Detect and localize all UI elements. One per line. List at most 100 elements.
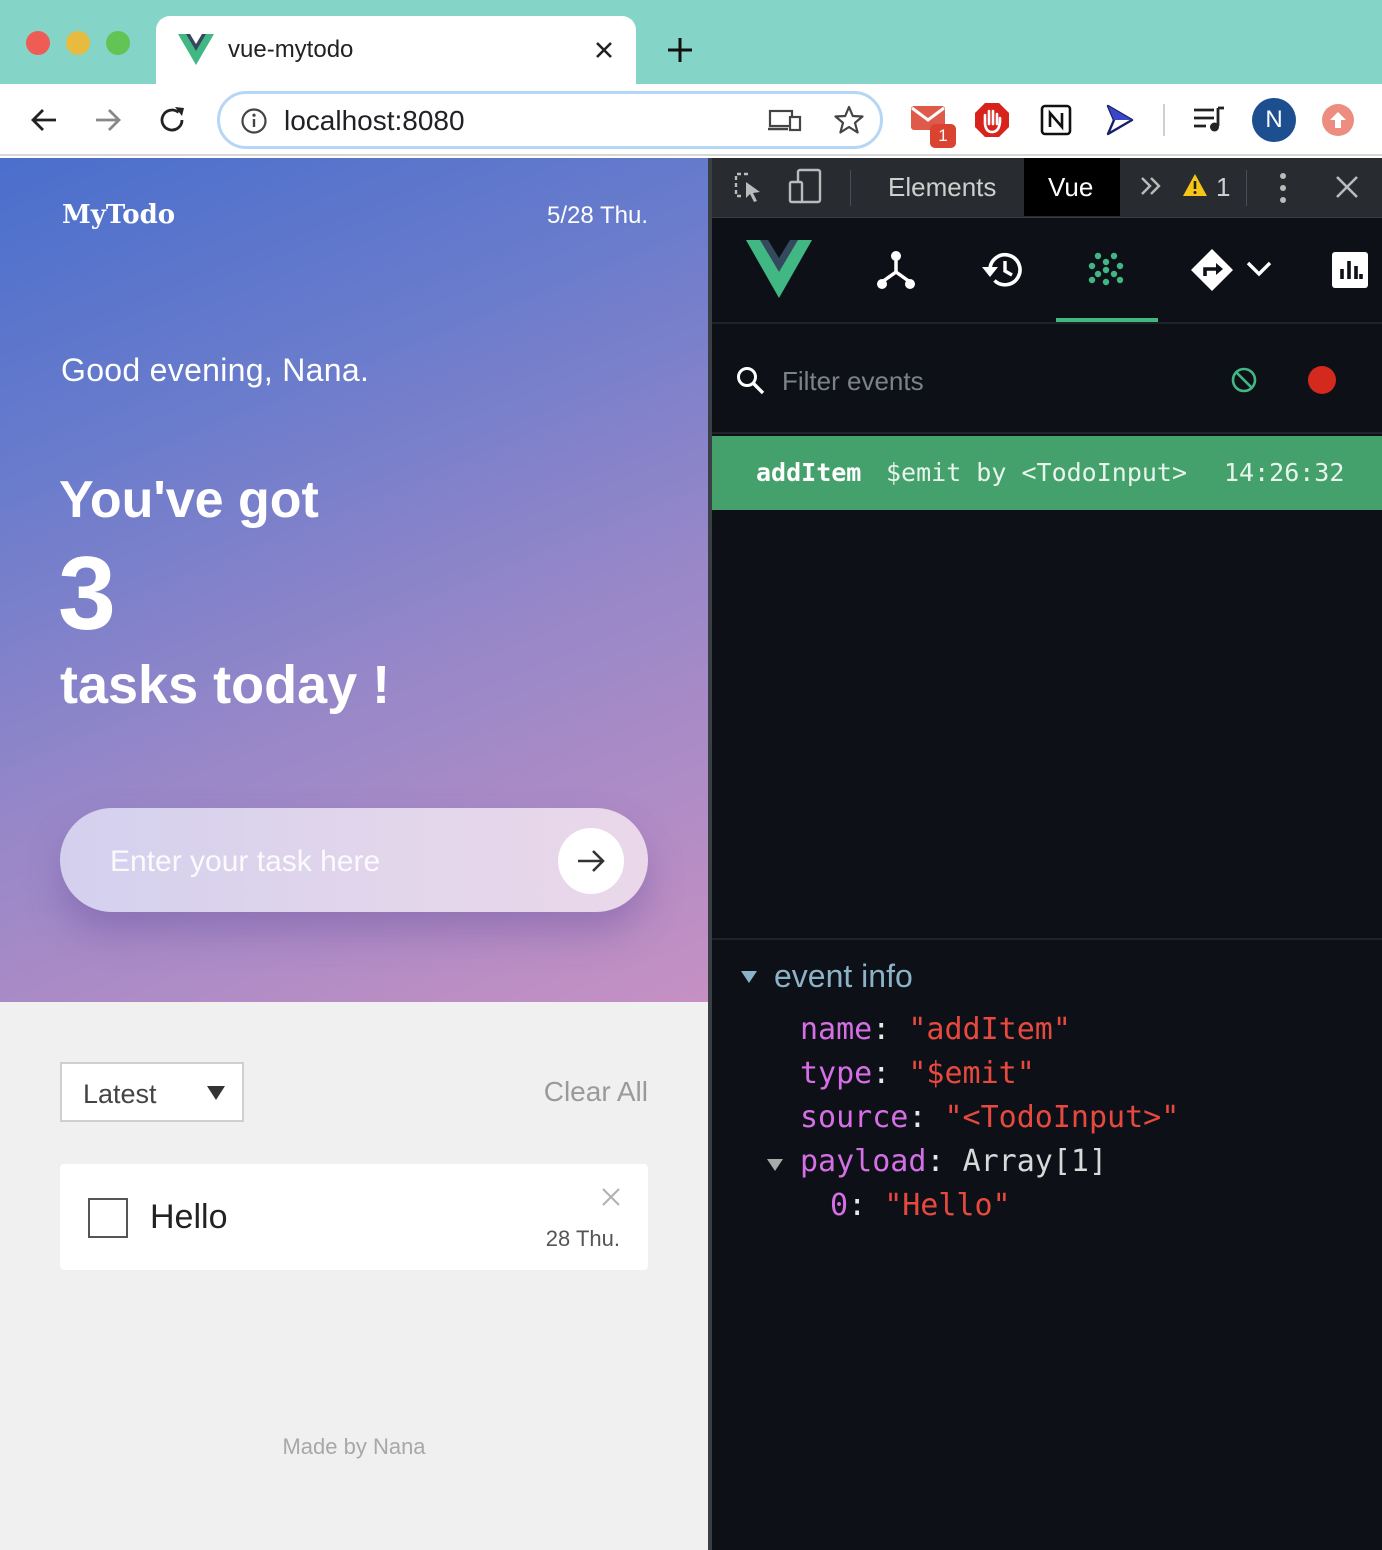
- components-icon[interactable]: [876, 250, 916, 290]
- todo-date: 28 Thu.: [545, 1226, 620, 1251]
- todo-checkbox[interactable]: [88, 1198, 128, 1238]
- browser-tab[interactable]: vue-mytodo: [156, 16, 636, 84]
- browser-tab-bar: vue-mytodo: [0, 0, 1382, 84]
- inspector-divider[interactable]: [712, 938, 1382, 940]
- tab-close-icon[interactable]: [590, 36, 618, 64]
- history-icon[interactable]: [980, 250, 1024, 290]
- adblock-extension-icon[interactable]: [974, 102, 1010, 138]
- vue-logo-icon: [178, 34, 214, 66]
- arrow-up-icon: [1330, 112, 1346, 128]
- vue-devtools-toolbar: [712, 218, 1382, 324]
- chevron-down-icon[interactable]: [1246, 260, 1272, 278]
- address-bar[interactable]: localhost:8080: [217, 91, 883, 149]
- devtools-tab-bar: Elements Vue 1: [712, 158, 1382, 218]
- field-key: name: [800, 1012, 873, 1047]
- task-input[interactable]: [110, 842, 550, 882]
- vue-logo-icon: [746, 240, 812, 300]
- performance-chart-icon[interactable]: [1332, 252, 1368, 288]
- tab-elements[interactable]: Elements: [888, 172, 996, 203]
- field-key: payload: [800, 1144, 927, 1179]
- reload-icon[interactable]: [156, 104, 188, 136]
- field-value: "Hello": [884, 1188, 1011, 1223]
- events-icon[interactable]: [1088, 252, 1124, 288]
- hero-header: MyTodo 5/28 Thu. Good evening, Nana. You…: [0, 158, 708, 1002]
- headline-top: You've got: [59, 471, 319, 529]
- search-icon: [736, 366, 766, 396]
- forward-icon[interactable]: [92, 104, 124, 136]
- device-toolbar-icon[interactable]: [788, 168, 824, 206]
- field-value: "$emit": [908, 1056, 1035, 1091]
- active-tool-indicator: [1056, 318, 1158, 322]
- browser-update-button[interactable]: [1322, 104, 1354, 136]
- window-minimize-button[interactable]: [66, 31, 90, 55]
- event-list-item[interactable]: addItem $emit by <TodoInput> 14:26:32: [712, 436, 1382, 510]
- tab-vue-label: Vue: [1048, 172, 1094, 202]
- close-devtools-icon[interactable]: [1334, 174, 1360, 200]
- back-icon[interactable]: [28, 104, 60, 136]
- sort-select[interactable]: Latest: [60, 1062, 244, 1122]
- sort-selected-label: Latest: [83, 1079, 157, 1109]
- gmail-unread-badge: 1: [930, 124, 956, 148]
- caret-down-icon[interactable]: [740, 970, 758, 984]
- field-value: Array[1]: [962, 1144, 1108, 1179]
- warning-count[interactable]: 1: [1216, 172, 1230, 203]
- media-queue-icon[interactable]: [1192, 104, 1226, 136]
- browser-toolbar: localhost:8080: [0, 84, 1382, 156]
- event-name: addItem: [756, 458, 862, 487]
- app-brand: MyTodo: [62, 200, 176, 230]
- record-events-button[interactable]: [1308, 366, 1336, 394]
- url-text: localhost:8080: [284, 105, 465, 136]
- app-footer: Made by Nana: [282, 1434, 426, 1459]
- event-description: $emit by <TodoInput>: [886, 458, 1188, 487]
- task-count: 3: [58, 536, 116, 652]
- cast-icon[interactable]: [768, 108, 802, 134]
- task-input-container: [60, 808, 648, 912]
- devtools-panel: Elements Vue 1 Filter events addItem $em…: [712, 158, 1382, 1550]
- arrow-right-icon: [578, 850, 605, 872]
- event-info-type-row: type: "$emit": [800, 1056, 1035, 1091]
- filter-events-input[interactable]: [782, 364, 1162, 398]
- site-info-icon[interactable]: [240, 107, 268, 135]
- profile-avatar[interactable]: N: [1252, 98, 1296, 142]
- window-zoom-button[interactable]: [106, 31, 130, 55]
- tab-separator: [1246, 170, 1247, 206]
- kebab-menu-icon[interactable]: [1278, 172, 1288, 204]
- cursor-extension-icon[interactable]: [1104, 104, 1136, 136]
- toolbar-separator: [1163, 104, 1165, 136]
- todo-text: Hello: [150, 1198, 228, 1236]
- todo-item: Hello 28 Thu.: [60, 1164, 648, 1270]
- field-value: "addItem": [908, 1012, 1071, 1047]
- field-key: source: [800, 1100, 909, 1135]
- event-time: 14:26:32: [1224, 458, 1345, 487]
- event-info-name-row: name: "addItem": [800, 1012, 1071, 1047]
- todo-app: MyTodo 5/28 Thu. Good evening, Nana. You…: [0, 158, 708, 1550]
- router-icon[interactable]: [1190, 248, 1234, 292]
- event-filter-bar: [712, 326, 1382, 434]
- new-tab-icon[interactable]: [664, 34, 696, 66]
- event-info-title[interactable]: event info: [774, 958, 913, 995]
- add-task-button[interactable]: [558, 828, 624, 894]
- clear-all-button[interactable]: Clear All: [544, 1076, 648, 1108]
- warning-icon[interactable]: [1182, 172, 1208, 198]
- headline-bottom: tasks today !: [60, 655, 391, 715]
- field-key: 0: [830, 1188, 849, 1223]
- bookmark-star-icon[interactable]: [834, 105, 864, 135]
- inspect-element-icon[interactable]: [732, 170, 764, 204]
- clear-events-icon[interactable]: [1230, 366, 1258, 394]
- more-tabs-icon[interactable]: [1140, 174, 1162, 198]
- greeting-text: Good evening, Nana.: [61, 352, 370, 388]
- event-info-payload-row[interactable]: payload: Array[1]: [800, 1144, 1107, 1179]
- header-date: 5/28 Thu.: [547, 202, 648, 229]
- field-value: "<TodoInput>": [944, 1100, 1180, 1135]
- caret-down-icon: [206, 1085, 226, 1101]
- tab-separator: [850, 170, 851, 206]
- event-info-payload-item-row: 0: "Hello": [830, 1188, 1011, 1223]
- tab-vue[interactable]: Vue: [1024, 158, 1120, 216]
- caret-down-icon[interactable]: [766, 1158, 784, 1172]
- tab-title: vue-mytodo: [228, 36, 354, 63]
- window-close-button[interactable]: [26, 31, 50, 55]
- notion-extension-icon[interactable]: [1040, 104, 1072, 136]
- field-key: type: [800, 1056, 873, 1091]
- close-icon[interactable]: [600, 1186, 622, 1208]
- event-info-source-row: source: "<TodoInput>": [800, 1100, 1180, 1135]
